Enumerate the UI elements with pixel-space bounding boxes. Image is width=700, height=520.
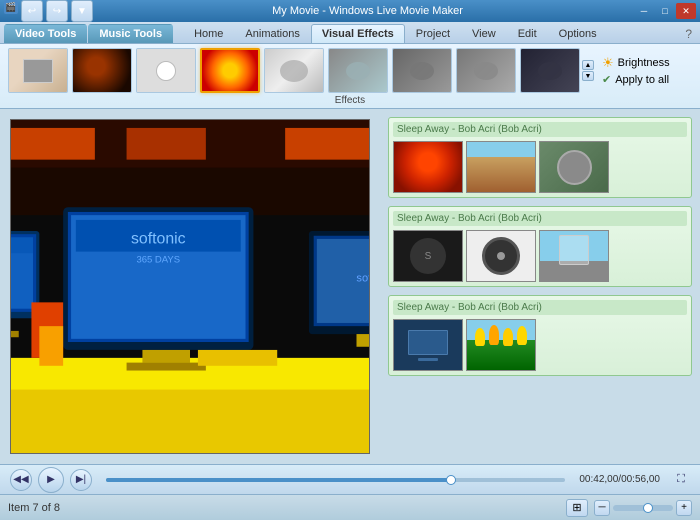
clip-thumb-koala[interactable] xyxy=(539,141,609,193)
playback-bar: ◀◀ ▶ ▶| 00:42,00/00:56,00 ⛶ xyxy=(0,464,700,494)
storyboard-area: Sleep Away - Bob Acri (Bob Acri) xyxy=(380,109,700,464)
video-preview-panel: softonic softonic 365 DAYS xyxy=(0,109,380,464)
clip-group-1-label: Sleep Away - Bob Acri (Bob Acri) xyxy=(393,122,687,137)
status-bar: Item 7 of 8 ⊞ ─ + xyxy=(0,494,700,520)
tab-music-tools[interactable]: Music Tools xyxy=(88,24,173,43)
fullscreen-button[interactable]: ⛶ xyxy=(672,471,690,489)
status-text: Item 7 of 8 xyxy=(8,502,566,514)
window-title: My Movie - Windows Live Movie Maker xyxy=(101,5,634,17)
timeline-view-button[interactable]: ⊞ xyxy=(566,499,588,517)
qa-dropdown-button[interactable]: ▼ xyxy=(71,0,93,22)
effect-cyan[interactable] xyxy=(328,48,388,93)
brightness-label: Brightness xyxy=(618,57,670,69)
zoom-control: ─ + xyxy=(594,500,692,516)
brightness-icon: ☀ xyxy=(602,55,614,71)
maximize-button[interactable]: □ xyxy=(655,3,675,19)
effects-strip: ▲ ▼ ☀ Brightness ✔ Apply to all Effects xyxy=(0,44,700,109)
redo-button[interactable]: ↪ xyxy=(46,0,68,22)
tab-video-tools[interactable]: Video Tools xyxy=(4,24,87,43)
effect-warm[interactable] xyxy=(72,48,132,93)
clip-thumb-softonic[interactable]: S xyxy=(393,230,463,282)
minimize-button[interactable]: ─ xyxy=(634,3,654,19)
rewind-button[interactable]: ◀◀ xyxy=(10,469,32,491)
svg-text:365 DAYS: 365 DAYS xyxy=(136,255,180,266)
clip-thumb-vinyl[interactable] xyxy=(466,230,536,282)
effects-scroll-arrows: ▲ ▼ xyxy=(582,60,594,81)
tab-view[interactable]: View xyxy=(461,24,507,43)
app-icon: 🎬 xyxy=(4,0,18,14)
clip-group-3: Sleep Away - Bob Acri (Bob Acri) xyxy=(388,295,692,376)
video-frame: softonic softonic 365 DAYS xyxy=(11,120,369,453)
effects-thumbnails xyxy=(8,48,580,93)
close-button[interactable]: ✕ xyxy=(676,3,696,19)
seek-bar[interactable] xyxy=(106,478,565,482)
clip-thumb-office[interactable] xyxy=(393,319,463,371)
apply-all-icon: ✔ xyxy=(602,73,611,86)
svg-text:softonic: softonic xyxy=(131,231,186,248)
clip-group-2: Sleep Away - Bob Acri (Bob Acri) S xyxy=(388,206,692,287)
tab-visual-effects[interactable]: Visual Effects xyxy=(311,24,405,43)
time-display: 00:42,00/00:56,00 xyxy=(579,474,660,485)
clip-group-1: Sleep Away - Bob Acri (Bob Acri) xyxy=(388,117,692,198)
apply-to-all-control[interactable]: ✔ Apply to all xyxy=(602,73,670,86)
clip-thumb-desert[interactable] xyxy=(466,141,536,193)
zoom-out-button[interactable]: ─ xyxy=(594,500,610,516)
effect-blue-dark[interactable] xyxy=(520,48,580,93)
status-right: ⊞ ─ + xyxy=(566,499,692,517)
zoom-in-button[interactable]: + xyxy=(676,500,692,516)
video-canvas: softonic softonic 365 DAYS xyxy=(10,119,370,454)
clip-thumb-window[interactable] xyxy=(539,230,609,282)
effect-gray2[interactable] xyxy=(456,48,516,93)
quick-access-icons: 🎬 ↩ ↪ ▼ xyxy=(4,0,93,22)
clip-group-2-label: Sleep Away - Bob Acri (Bob Acri) xyxy=(393,211,687,226)
tab-options[interactable]: Options xyxy=(548,24,608,43)
play-button[interactable]: ▶ xyxy=(38,467,64,493)
clip-group-3-label: Sleep Away - Bob Acri (Bob Acri) xyxy=(393,300,687,315)
title-bar: 🎬 ↩ ↪ ▼ My Movie - Windows Live Movie Ma… xyxy=(0,0,700,22)
effects-section-label: Effects xyxy=(8,95,692,106)
clip-thumbs-2: S xyxy=(393,230,687,282)
effects-scroll-down[interactable]: ▼ xyxy=(582,71,594,81)
effect-threshold[interactable] xyxy=(136,48,196,93)
tab-edit[interactable]: Edit xyxy=(507,24,548,43)
ribbon-tabs: Video Tools Music Tools Home Animations … xyxy=(0,22,700,44)
window-controls: ─ □ ✕ xyxy=(634,3,696,19)
clip-thumb-flower[interactable] xyxy=(393,141,463,193)
tab-home[interactable]: Home xyxy=(183,24,234,43)
effect-flower-selected[interactable] xyxy=(200,48,260,93)
brightness-control[interactable]: ☀ Brightness xyxy=(602,55,670,71)
effects-scroll-up[interactable]: ▲ xyxy=(582,60,594,70)
zoom-slider[interactable] xyxy=(613,505,673,511)
effect-bw-soft[interactable] xyxy=(264,48,324,93)
zoom-slider-thumb[interactable] xyxy=(643,503,653,513)
main-area: softonic softonic 365 DAYS xyxy=(0,109,700,464)
clip-thumbs-3 xyxy=(393,319,687,371)
next-frame-button[interactable]: ▶| xyxy=(70,469,92,491)
tab-project[interactable]: Project xyxy=(405,24,461,43)
svg-text:softonic: softonic xyxy=(356,273,369,285)
undo-button[interactable]: ↩ xyxy=(21,0,43,22)
effect-original[interactable] xyxy=(8,48,68,93)
clip-thumb-tulips[interactable] xyxy=(466,319,536,371)
seek-progress xyxy=(106,478,451,482)
seek-thumb[interactable] xyxy=(446,475,456,485)
tab-animations[interactable]: Animations xyxy=(234,24,310,43)
clip-thumbs-1 xyxy=(393,141,687,193)
effects-controls: ☀ Brightness ✔ Apply to all xyxy=(602,55,670,86)
effect-gray1[interactable] xyxy=(392,48,452,93)
apply-all-label: Apply to all xyxy=(615,74,669,86)
help-button[interactable]: ? xyxy=(681,25,696,43)
